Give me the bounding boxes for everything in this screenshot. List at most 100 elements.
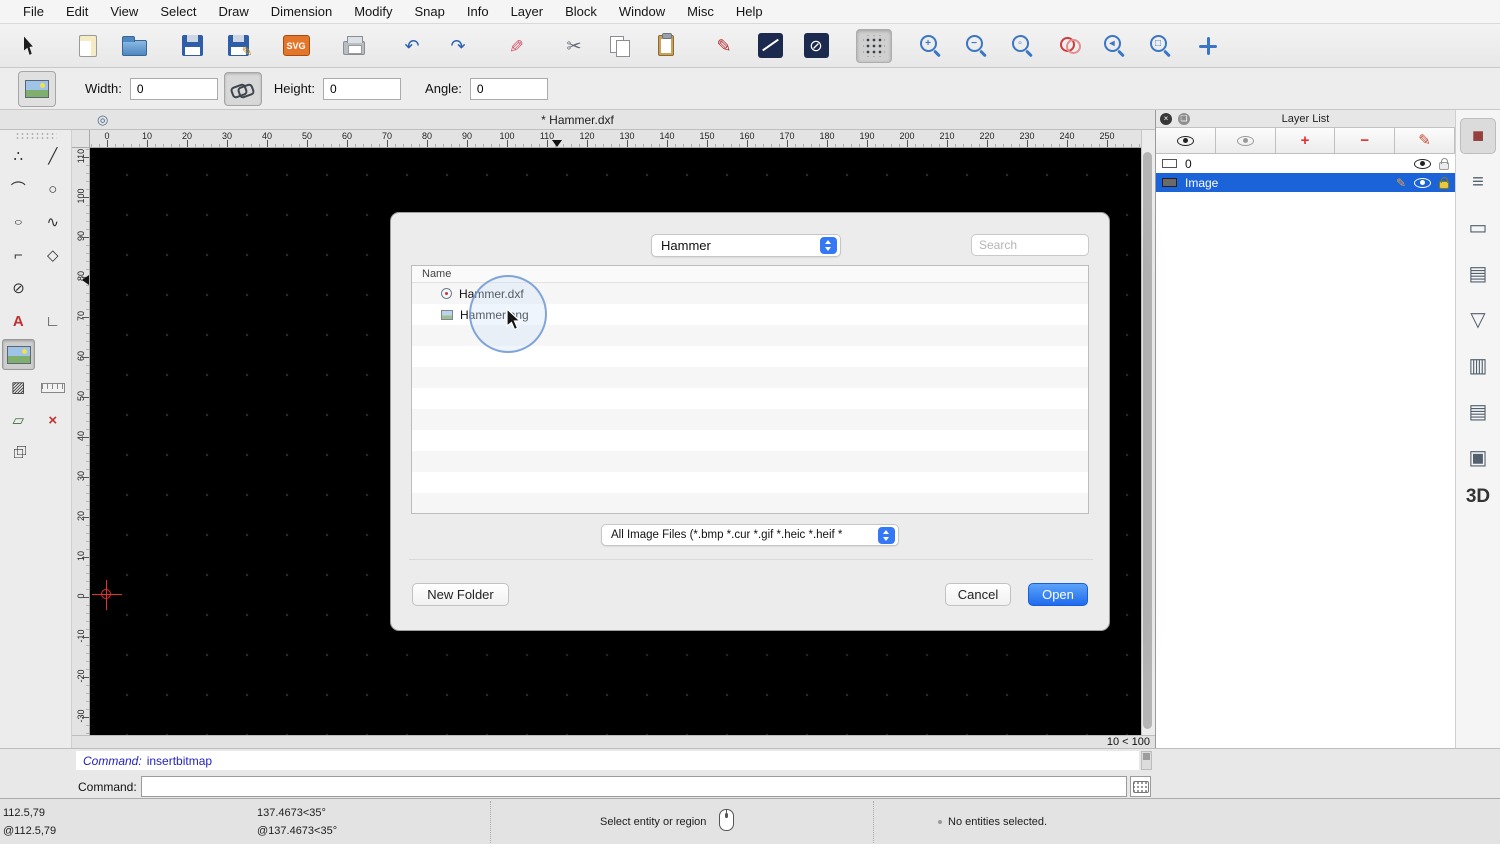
command-history-scrollbar[interactable] <box>1141 751 1152 770</box>
canvas-vertical-scrollbar[interactable] <box>1141 130 1153 735</box>
new-file-button[interactable] <box>70 29 106 63</box>
curve-tool-button[interactable]: ⌐ <box>2 240 35 271</box>
menu-misc[interactable]: Misc <box>676 4 725 19</box>
location-combo[interactable]: Hammer <box>651 234 841 257</box>
active-image-tool-button[interactable] <box>18 71 56 107</box>
save-as-button[interactable]: ✎ <box>220 29 256 63</box>
solid-3d-tool-button[interactable]: □ <box>2 438 35 469</box>
menu-window[interactable]: Window <box>608 4 676 19</box>
add-layer-button[interactable]: + <box>1276 128 1336 153</box>
zoom-auto-button[interactable]: ▫ <box>1006 29 1042 63</box>
hatch-tool-button[interactable]: ▨ <box>2 372 35 403</box>
dock-plain-panel-button[interactable]: ▭ <box>1460 210 1496 246</box>
zoom-in-button[interactable]: + <box>914 29 950 63</box>
combo-stepper-icon <box>878 527 895 544</box>
dock-layer-cube-button[interactable]: ■ <box>1460 118 1496 154</box>
insert-tool-button[interactable]: ⊘ <box>2 273 35 304</box>
zoom-previous-button[interactable]: ◂ <box>1098 29 1134 63</box>
redraw-button[interactable] <box>1052 29 1088 63</box>
dock-columns-button[interactable]: ▥ <box>1460 348 1496 384</box>
detach-panel-icon[interactable]: ❏ <box>1178 113 1190 125</box>
paste-button[interactable] <box>648 29 684 63</box>
layer-edit-icon[interactable]: ✎ <box>1396 176 1406 190</box>
redo-button[interactable]: ↷ <box>440 29 476 63</box>
cancel-button[interactable]: Cancel <box>945 583 1011 606</box>
circle-void-button[interactable]: ⊘ <box>798 29 834 63</box>
palette-grip-handle[interactable] <box>15 132 57 139</box>
zoom-pan-button[interactable] <box>1190 29 1226 63</box>
menu-layer[interactable]: Layer <box>500 4 555 19</box>
dock-columns-icon: ▥ <box>1469 356 1488 376</box>
menu-view[interactable]: View <box>99 4 149 19</box>
dock-filter-button[interactable]: ▽ <box>1460 302 1496 338</box>
hruler-tick <box>187 140 188 147</box>
menu-select[interactable]: Select <box>149 4 207 19</box>
width-input[interactable] <box>130 78 218 100</box>
toggle-others-visibility-button[interactable] <box>1216 128 1276 153</box>
layer-row-image[interactable]: Image✎ <box>1156 173 1455 192</box>
undo-button[interactable]: ↶ <box>394 29 430 63</box>
measure-tool-button[interactable] <box>37 372 70 403</box>
height-input[interactable] <box>323 78 401 100</box>
layer-visibility-icon[interactable] <box>1414 159 1431 169</box>
draw-order-button[interactable] <box>752 29 788 63</box>
layer-row-0[interactable]: 0 <box>1156 154 1455 173</box>
polyline-edit-tool-button[interactable]: ▱ <box>2 405 35 436</box>
zoom-in-icon: + <box>920 35 937 52</box>
save-file-button[interactable] <box>174 29 210 63</box>
cut-button[interactable]: ✂ <box>556 29 592 63</box>
new-folder-button[interactable]: New Folder <box>412 583 509 606</box>
menu-file[interactable]: File <box>12 4 55 19</box>
command-input[interactable] <box>141 776 1127 797</box>
file-type-filter-combo[interactable]: All Image Files (*.bmp *.cur *.gif *.hei… <box>601 524 899 546</box>
menu-modify[interactable]: Modify <box>343 4 403 19</box>
points-tool-button[interactable]: ∴ <box>2 141 35 172</box>
copy-button[interactable] <box>602 29 638 63</box>
action-hint: Select entity or region <box>600 816 706 828</box>
erase-button[interactable]: ✎ <box>498 29 534 63</box>
link-dimensions-button[interactable] <box>224 72 262 106</box>
line-tool-button[interactable]: ╱ <box>37 141 70 172</box>
angle-input[interactable] <box>470 78 548 100</box>
modify-layer-button[interactable]: ✎ <box>1395 128 1455 153</box>
image-tool-button[interactable] <box>2 339 35 370</box>
search-input[interactable] <box>971 234 1089 256</box>
remove-layer-button[interactable]: − <box>1335 128 1395 153</box>
hatch-tool-icon: ▨ <box>11 380 25 395</box>
polygon-tool-button[interactable]: ◇ <box>37 240 70 271</box>
circle-tool-button[interactable]: ○ <box>37 174 70 205</box>
menu-block[interactable]: Block <box>554 4 608 19</box>
keyboard-focus-button[interactable] <box>1130 776 1151 797</box>
grid-toggle-button[interactable] <box>856 29 892 63</box>
export-svg-button[interactable]: SVG <box>278 29 314 63</box>
layer-lock-icon[interactable] <box>1439 162 1449 170</box>
select-arrow-button[interactable] <box>12 29 48 63</box>
menu-help[interactable]: Help <box>725 4 774 19</box>
menu-snap[interactable]: Snap <box>404 4 456 19</box>
close-panel-icon[interactable]: × <box>1160 113 1172 125</box>
edit-pen-button[interactable]: ✎ <box>706 29 742 63</box>
zoom-window-button[interactable]: □ <box>1144 29 1180 63</box>
arc-tool-button[interactable]: ⌒ <box>2 174 35 205</box>
scrollbar-thumb[interactable] <box>1143 152 1152 729</box>
spline-tool-button[interactable]: ∿ <box>37 207 70 238</box>
zoom-out-button[interactable]: − <box>960 29 996 63</box>
dock-block-list-button[interactable]: ≡ <box>1460 164 1496 200</box>
print-preview-button[interactable] <box>336 29 372 63</box>
menu-draw[interactable]: Draw <box>207 4 259 19</box>
dock-entity-list-button[interactable]: ▤ <box>1460 256 1496 292</box>
dock-clipboard-button[interactable]: ▣ <box>1460 440 1496 476</box>
menu-info[interactable]: Info <box>456 4 500 19</box>
layer-visibility-icon[interactable] <box>1414 178 1431 188</box>
dimension-tool-button[interactable]: ∟ <box>37 306 70 337</box>
text-tool-button[interactable]: A <box>2 306 35 337</box>
explode-tool-button[interactable]: × <box>37 405 70 436</box>
menu-edit[interactable]: Edit <box>55 4 99 19</box>
open-file-button[interactable] <box>116 29 152 63</box>
toggle-all-visibility-button[interactable] <box>1156 128 1216 153</box>
open-button[interactable]: Open <box>1028 583 1088 606</box>
menu-dimension[interactable]: Dimension <box>260 4 343 19</box>
dock-rows-button[interactable]: ▤ <box>1460 394 1496 430</box>
ellipse-tool-button[interactable]: ○ <box>2 207 35 238</box>
layer-lock-icon[interactable] <box>1439 181 1449 189</box>
